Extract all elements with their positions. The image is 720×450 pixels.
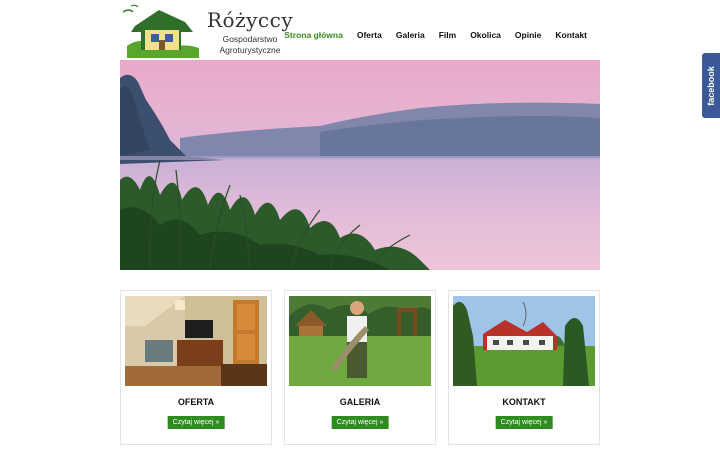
facebook-label: facebook	[706, 65, 717, 106]
card-oferta-image[interactable]	[125, 296, 267, 386]
card-kontakt-image[interactable]	[453, 296, 595, 386]
main-nav: Strona główna Oferta Galeria Film Okolic…	[277, 30, 594, 40]
nav-item-film[interactable]: Film	[432, 30, 463, 40]
room-photo	[125, 296, 267, 386]
card-kontakt: KONTAKT Czytaj więcej »	[448, 290, 600, 445]
logo-subtitle: Gospodarstwo Agroturystyczne	[215, 34, 285, 56]
card-galeria-image[interactable]	[289, 296, 431, 386]
card-kontakt-read-more-button[interactable]: Czytaj więcej »	[495, 416, 553, 429]
card-galeria-title: GALERIA	[339, 397, 381, 407]
nav-item-okolica[interactable]: Okolica	[463, 30, 508, 40]
nav-item-oferta[interactable]: Oferta	[350, 30, 389, 40]
nav-item-opinie[interactable]: Opinie	[508, 30, 548, 40]
fisherman-photo	[289, 296, 431, 386]
card-oferta-read-more-button[interactable]: Czytaj więcej »	[167, 416, 225, 429]
site-header: Różyccy Gospodarstwo Agroturystyczne Str…	[120, 0, 600, 60]
card-oferta: OFERTA Czytaj więcej »	[120, 290, 272, 445]
lake-landscape-image	[120, 60, 600, 270]
nav-item-home[interactable]: Strona główna	[277, 30, 350, 40]
card-oferta-title: OFERTA	[177, 397, 215, 407]
logo-subtitle-line2: Agroturystyczne	[219, 45, 281, 55]
card-kontakt-title: KONTAKT	[502, 397, 546, 407]
nav-item-kontakt[interactable]: Kontakt	[548, 30, 594, 40]
house-logo-icon	[123, 4, 199, 58]
facebook-tab[interactable]: facebook	[702, 53, 720, 118]
logo-title: Różyccy	[207, 8, 294, 32]
logo-subtitle-line1: Gospodarstwo	[222, 34, 278, 44]
hero-image	[120, 60, 600, 270]
card-galeria: GALERIA Czytaj więcej »	[284, 290, 436, 445]
feature-cards: OFERTA Czytaj więcej » GALERIA Czytaj wi	[120, 290, 600, 445]
card-galeria-read-more-button[interactable]: Czytaj więcej »	[331, 416, 389, 429]
farmhouse-photo	[453, 296, 595, 386]
nav-item-galeria[interactable]: Galeria	[389, 30, 432, 40]
